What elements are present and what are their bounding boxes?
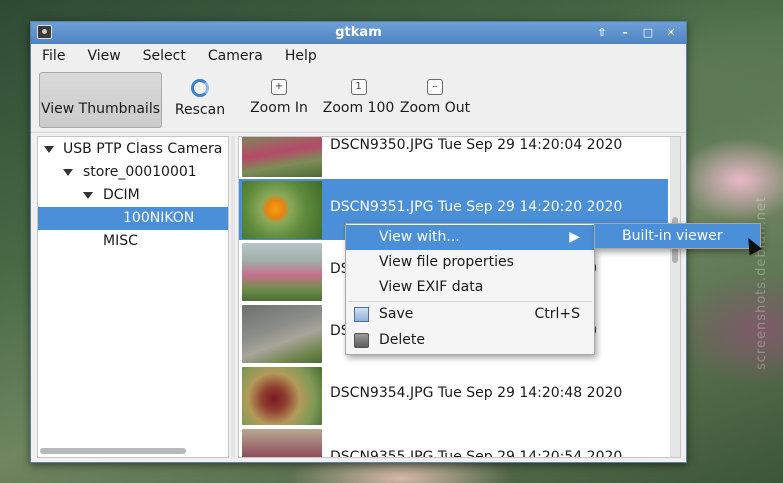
pane-divider[interactable] [231,136,235,458]
zoom-in-button[interactable]: + Zoom In [243,72,315,128]
file-thumbnail [242,137,322,177]
file-thumbnail [242,367,322,425]
menu-help[interactable]: Help [274,48,328,64]
file-row[interactable]: DSCN9354.JPG Tue Sep 29 14:20:48 2020 [239,365,668,426]
zoom-out-label: Zoom Out [399,100,471,116]
tree-item-label: store_00010001 [83,164,197,180]
file-row-text: DSCN9350.JPG Tue Sep 29 14:20:04 2020 [330,137,623,153]
rescan-icon [191,79,209,97]
zoom-in-label: Zoom In [250,100,308,116]
title-bar[interactable]: gtkam ⇧ – □ ✕ [31,22,686,44]
tree-item-100nikon[interactable]: 100NIKON [38,207,228,230]
save-icon [354,307,369,322]
camera-app-icon[interactable] [37,25,52,39]
file-thumbnail [242,429,322,457]
expander-down-icon[interactable] [44,146,54,153]
zoom-100-button[interactable]: 1 Zoom 100 [321,72,396,128]
menu-view[interactable]: View [76,48,131,64]
menu-item-view-exif[interactable]: View EXIF data [346,275,594,300]
tree-item-dcim[interactable]: DCIM [38,184,228,207]
file-row-text: DSCN9351.JPG Tue Sep 29 14:20:20 2020 [330,199,623,215]
tree-item-label: MISC [103,233,138,249]
shade-button[interactable]: ⇧ [594,25,610,41]
zoom-100-icon: 1 [350,79,367,95]
view-with-submenu: Built-in viewer [594,223,761,249]
menu-item-delete[interactable]: Delete [346,328,594,353]
submenu-arrow-icon: ▶ [569,229,580,245]
file-row-text: DSCN9354.JPG Tue Sep 29 14:20:48 2020 [330,385,623,401]
file-thumbnail [242,181,322,239]
menu-item-builtin-viewer[interactable]: Built-in viewer [622,224,723,248]
view-thumbnails-button[interactable]: View Thumbnails [39,72,162,128]
file-row-text: DSCN9355.JPG Tue Sep 29 14:20:54 2020 [330,449,623,458]
tree-item-camera[interactable]: USB PTP Class Camera [38,138,228,161]
camera-tree[interactable]: USB PTP Class Camera store_00010001 DCIM… [37,136,229,458]
tree-item-label: DCIM [103,187,140,203]
view-thumbnails-spacer [40,73,161,101]
tree-item-store[interactable]: store_00010001 [38,161,228,184]
menu-file[interactable]: File [31,48,76,64]
tree-item-misc[interactable]: MISC [38,230,228,253]
file-thumbnail [242,243,322,301]
zoom-out-button[interactable]: – Zoom Out [399,72,471,128]
view-thumbnails-label: View Thumbnails [40,101,161,117]
zoom-out-icon: – [427,79,443,95]
menu-camera[interactable]: Camera [197,48,274,64]
menu-select[interactable]: Select [132,48,197,64]
menu-item-view-file-properties[interactable]: View file properties [346,250,594,275]
maximize-button[interactable]: □ [640,25,656,41]
file-thumbnail [242,305,322,363]
menu-item-save[interactable]: Save Ctrl+S [346,302,594,327]
tree-item-label: 100NIKON [123,210,195,226]
menu-item-label: View EXIF data [379,279,484,295]
zoom-100-label: Zoom 100 [322,100,395,116]
tree-item-label: USB PTP Class Camera [63,141,223,157]
zoom-in-icon: + [271,79,287,95]
context-menu: View with... ▶ View file properties View… [345,223,595,355]
file-row[interactable]: DSCN9350.JPG Tue Sep 29 14:20:04 2020 [239,137,668,178]
file-list-scrollbar[interactable] [670,137,680,457]
menu-item-label: View file properties [379,254,514,270]
trash-icon [354,333,369,348]
menu-item-label: Save [379,306,414,322]
toolbar: View Thumbnails Rescan + Zoom In 1 Zoom … [31,68,686,133]
rescan-label: Rescan [174,102,226,118]
close-button[interactable]: ✕ [663,25,679,41]
minimize-button[interactable]: – [617,25,633,41]
menu-item-shortcut: Ctrl+S [534,306,580,322]
menu-item-view-with[interactable]: View with... ▶ [346,225,594,250]
menu-bar: File View Select Camera Help [31,44,686,68]
file-row[interactable]: DSCN9355.JPG Tue Sep 29 14:20:54 2020 [239,427,668,458]
menu-item-label: Delete [379,332,425,348]
rescan-button[interactable]: Rescan [170,72,230,128]
menu-item-label: View with... [379,229,460,245]
tree-horizontal-scrollbar[interactable] [40,448,186,454]
expander-down-icon[interactable] [63,169,73,176]
window-title: gtkam [335,25,382,40]
expander-down-icon[interactable] [83,192,93,199]
